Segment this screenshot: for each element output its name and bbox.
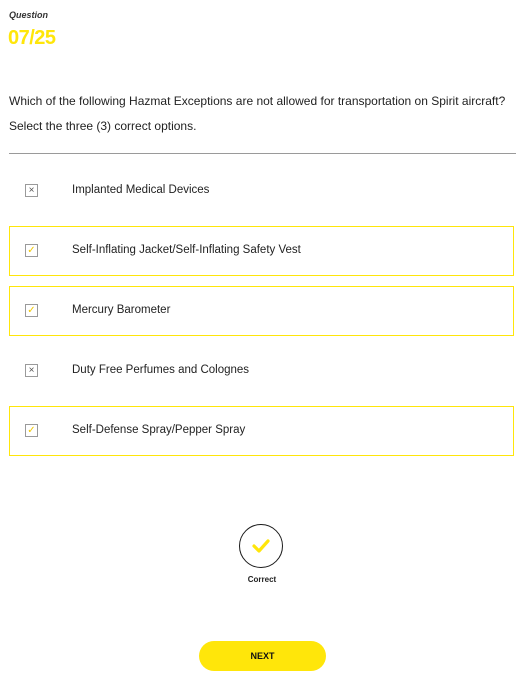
option-mercury-barometer[interactable]: ✓ Mercury Barometer [9, 286, 514, 336]
x-mark-checkbox[interactable]: × [25, 184, 38, 197]
option-label: Self-Defense Spray/Pepper Spray [72, 424, 246, 436]
option-label: Duty Free Perfumes and Colognes [72, 364, 250, 376]
result-indicator [239, 524, 283, 568]
option-label: Self-Inflating Jacket/Self-Inflating Saf… [72, 244, 301, 256]
option-duty-free-perfumes[interactable]: × Duty Free Perfumes and Colognes [9, 346, 514, 396]
option-self-inflating-jacket[interactable]: ✓ Self-Inflating Jacket/Self-Inflating S… [9, 226, 514, 276]
result-label: Correct [247, 575, 277, 584]
option-label: Mercury Barometer [72, 304, 171, 316]
option-self-defense-spray[interactable]: ✓ Self-Defense Spray/Pepper Spray [9, 406, 514, 456]
question-instruction: Select the three (3) correct options. [9, 119, 197, 133]
option-implanted-medical-devices[interactable]: × Implanted Medical Devices [9, 166, 514, 216]
next-button[interactable]: NEXT [199, 641, 326, 671]
question-label: Question [9, 10, 49, 20]
option-label: Implanted Medical Devices [72, 184, 210, 196]
checkmark-checkbox[interactable]: ✓ [25, 244, 38, 257]
divider [9, 153, 516, 154]
checkmark-checkbox[interactable]: ✓ [25, 304, 38, 317]
question-number: 07/25 [8, 27, 56, 49]
checkmark-checkbox[interactable]: ✓ [25, 424, 38, 437]
x-mark-checkbox[interactable]: × [25, 364, 38, 377]
checkmark-icon [252, 539, 270, 553]
question-text: Which of the following Hazmat Exceptions… [9, 94, 506, 108]
